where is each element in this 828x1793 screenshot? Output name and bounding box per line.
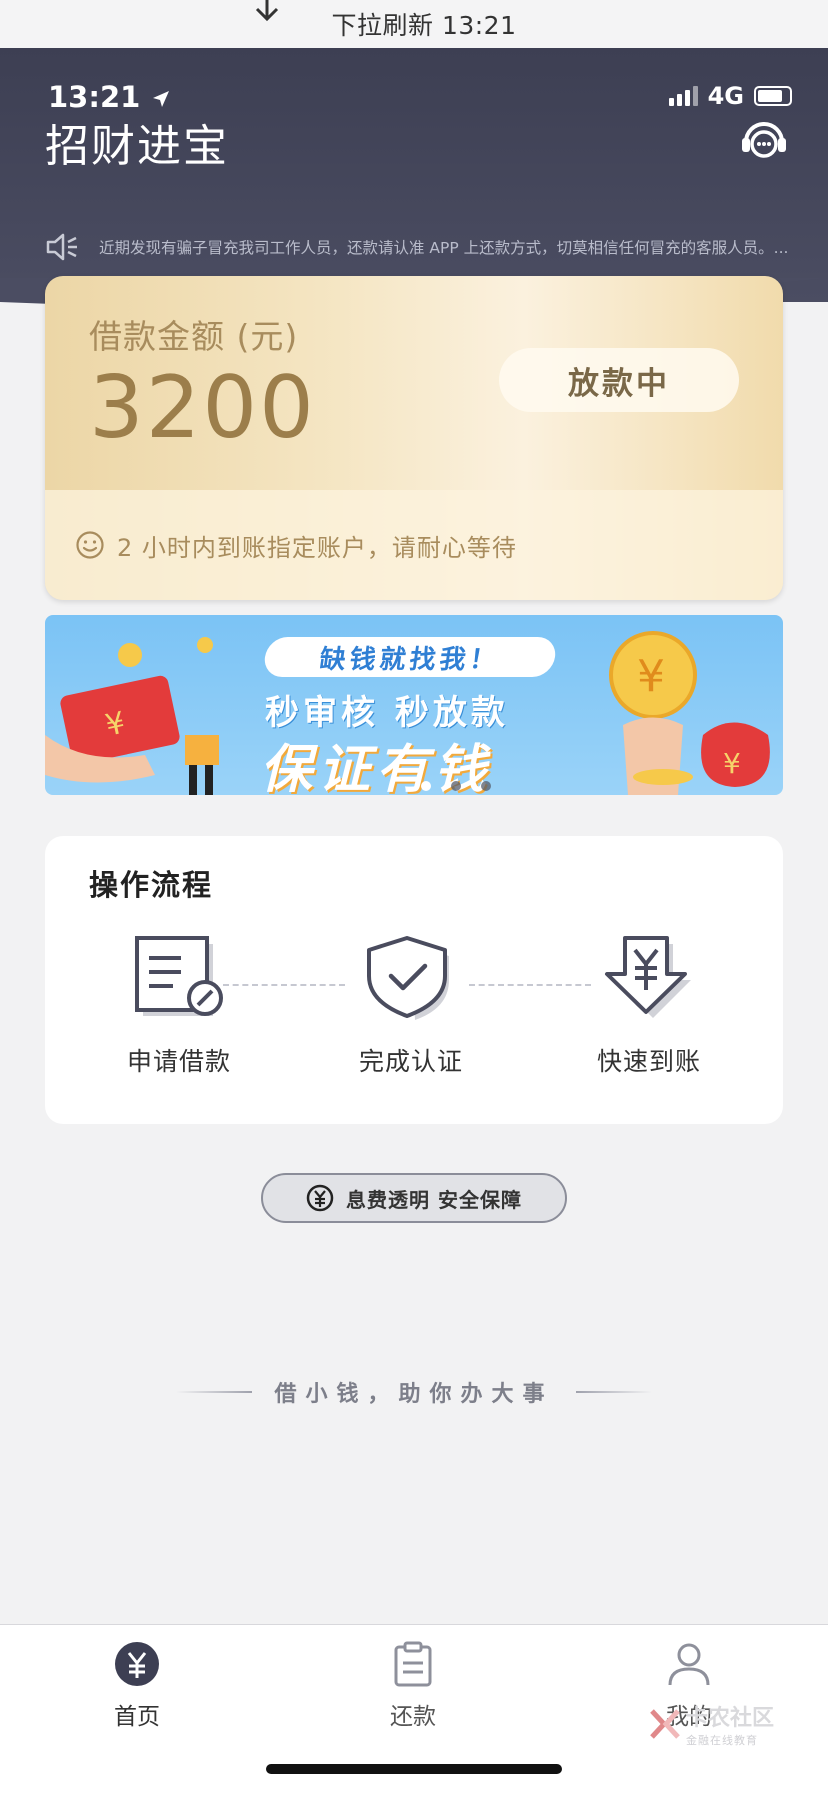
loan-status-card: 借款金额 (元) 3200 放款中 2 小时内到账指定账户，请耐心等待 (45, 276, 783, 600)
shield-check-icon (367, 936, 449, 1020)
promo-banner[interactable]: ¥ 缺钱就找我！ 秒审核 秒放款 保证有钱 ¥ ¥ (45, 615, 783, 795)
battery-icon (754, 86, 792, 106)
divider (575, 1391, 652, 1393)
speaker-icon (46, 233, 77, 261)
tab-label: 首页 (114, 1704, 160, 1730)
banner-pagination[interactable] (421, 781, 491, 791)
notice-bar[interactable]: 近期发现有骗子冒充我司工作人员，还款请认准 APP 上还款方式，切莫相信任何冒充… (45, 232, 788, 262)
loan-tip-bar: 2 小时内到账指定账户，请耐心等待 (45, 490, 783, 600)
network-type: 4G (707, 82, 744, 110)
process-step-verify: 完成认证 (311, 936, 511, 1078)
yen-circle-icon (115, 1642, 159, 1686)
coins-moneybag-illustration: ¥ ¥ (609, 631, 770, 795)
customer-service-icon[interactable] (738, 112, 790, 164)
pagination-dot[interactable] (421, 781, 431, 791)
banner-tag: 缺钱就找我！ (262, 637, 558, 677)
divider (176, 1391, 253, 1393)
signal-icon (668, 86, 698, 106)
clipboard-icon (394, 1641, 432, 1687)
process-step-receive: 快速到账 (549, 936, 749, 1078)
red-envelope-illustration: ¥ (45, 637, 219, 795)
watermark: 卡农社区 金融在线教育 (648, 1700, 774, 1748)
process-step-label: 快速到账 (596, 1047, 701, 1076)
process-card: 操作流程 申请借款 完成认证 快速到账 (45, 836, 783, 1124)
loan-amount-label: 借款金额 (元) (89, 317, 299, 356)
watermark-logo-icon (650, 1709, 680, 1739)
smile-icon (76, 531, 104, 559)
user-icon (668, 1643, 710, 1686)
app-header: 13:21 4G 招财进宝 近期发现有骗子冒充我司工作人员，还款请认准 APP … (0, 48, 828, 302)
svg-text:¥: ¥ (723, 747, 741, 780)
notice-text: 近期发现有骗子冒充我司工作人员，还款请认准 APP 上还款方式，切莫相信任何冒充… (99, 239, 789, 257)
page-title: 招财进宝 (45, 121, 229, 172)
pagination-dot[interactable] (451, 781, 461, 791)
fee-badge-text: 息费透明 安全保障 (346, 1187, 522, 1212)
pull-to-refresh-indicator: 下拉刷新 13:21 (0, 0, 828, 48)
process-title: 操作流程 (89, 868, 214, 902)
loan-amount-value: 3200 (89, 358, 316, 458)
watermark-title: 卡农社区 (686, 1706, 775, 1731)
slogan-row: 借小钱，助你办大事 (160, 1376, 668, 1408)
status-indicators: 4G (668, 82, 792, 110)
svg-text:¥: ¥ (637, 651, 665, 702)
process-step-apply: 申请借款 (79, 936, 279, 1078)
yen-circle-icon (306, 1184, 334, 1212)
yen-arrow-icon (605, 936, 691, 1018)
home-indicator[interactable] (266, 1764, 562, 1774)
process-step-label: 申请借款 (126, 1047, 231, 1076)
loan-tip-text: 2 小时内到账指定账户，请耐心等待 (117, 533, 517, 562)
document-edit-icon (135, 936, 223, 1016)
pagination-dot[interactable] (481, 781, 491, 791)
watermark-subtitle: 金融在线教育 (686, 1734, 758, 1747)
tab-label: 还款 (390, 1704, 436, 1730)
tab-home[interactable]: 首页 (57, 1641, 217, 1731)
slogan-text: 借小钱，助你办大事 (274, 1382, 554, 1407)
loan-status-badge[interactable]: 放款中 (499, 348, 739, 412)
process-step-label: 完成认证 (358, 1047, 463, 1076)
pull-to-refresh-text: 下拉刷新 13:21 (331, 11, 517, 40)
tab-repay[interactable]: 还款 (333, 1641, 493, 1731)
status-time: 13:21 (48, 80, 170, 114)
arrow-down-icon (255, 0, 279, 22)
fee-transparency-badge[interactable]: 息费透明 安全保障 (261, 1173, 567, 1223)
location-arrow-icon (153, 91, 170, 107)
